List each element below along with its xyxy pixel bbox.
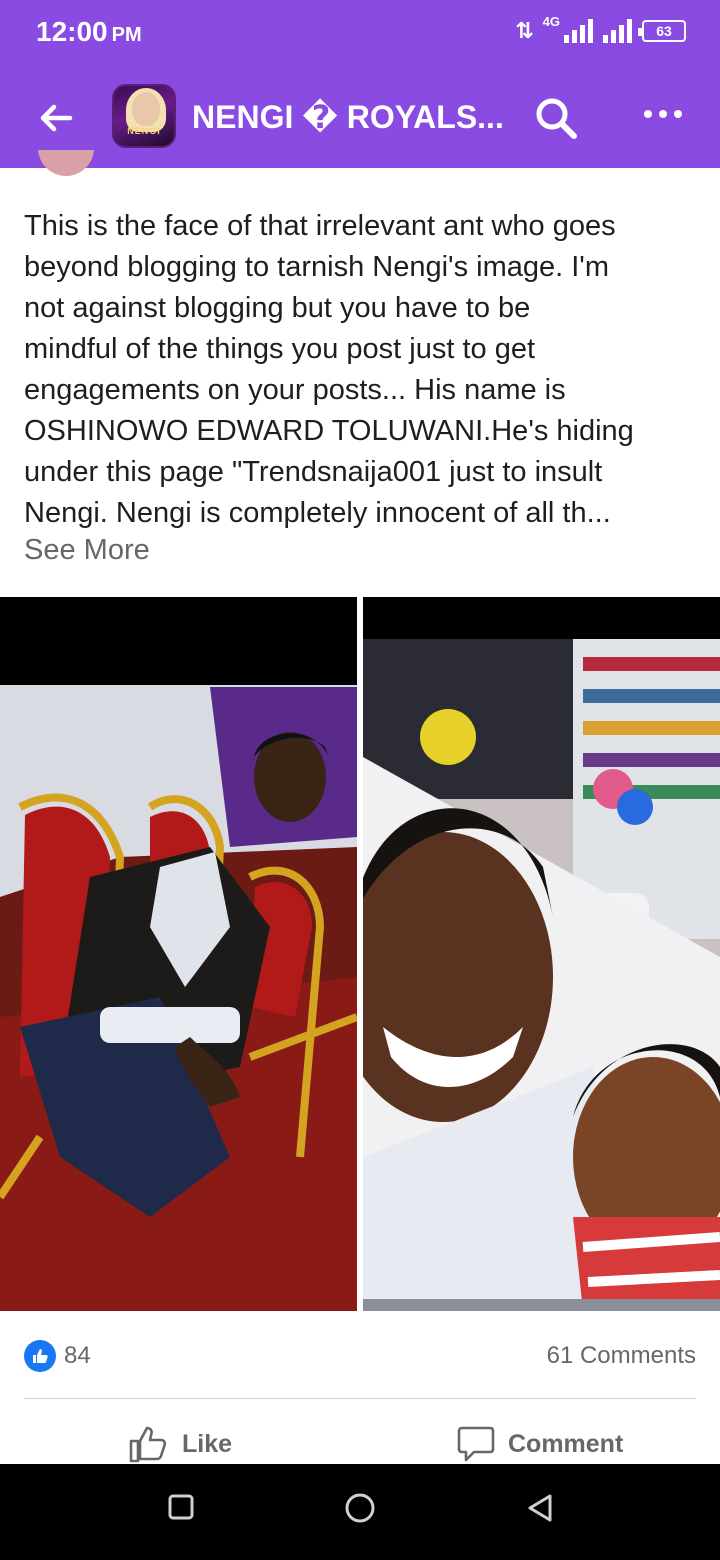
page-title[interactable]: NENGI � ROYALS... <box>192 98 504 136</box>
post-line: engagements on your posts... His name is <box>24 374 566 406</box>
comment-bubble-icon <box>457 1426 495 1462</box>
like-reaction-icon <box>24 1340 56 1372</box>
divider <box>24 1398 696 1399</box>
photo-right-image <box>363 597 720 1311</box>
post-line: beyond blogging to tarnish Nengi's image… <box>24 251 609 283</box>
clock-ampm: PM <box>111 24 142 46</box>
system-nav-bar <box>0 1464 720 1560</box>
author-avatar[interactable] <box>38 150 94 176</box>
battery-icon: 63 <box>638 20 686 42</box>
post-line: under this page "Trendsnaija001 just to … <box>24 456 603 488</box>
see-more-link[interactable]: See More <box>24 534 150 567</box>
like-label: Like <box>182 1429 233 1458</box>
signal-icon-secondary <box>603 19 632 43</box>
post-line: OSHINOWO EDWARD TOLUWANI.He's hiding <box>24 415 634 447</box>
like-button[interactable]: Like <box>128 1424 232 1464</box>
reaction-summary[interactable]: 84 <box>24 1340 91 1372</box>
comment-button[interactable]: Comment <box>456 1424 623 1464</box>
post-line: not against blogging but you have to be <box>24 292 531 324</box>
data-transfer-icon: ⇅ <box>515 18 533 43</box>
battery-level: 63 <box>656 23 672 39</box>
post-line: mindful of the things you post just to g… <box>24 333 536 365</box>
status-icons: ⇅ 4G 63 <box>515 14 686 44</box>
post-line: This is the face of that irrelevant ant … <box>24 210 616 242</box>
reaction-count: 84 <box>64 1342 91 1369</box>
photo-left-image <box>0 597 357 1311</box>
post-line: Nengi. Nengi is completely innocent of a… <box>24 497 611 529</box>
avatar-text: NENGI <box>127 126 161 136</box>
clock: 12:00 PM <box>36 16 142 48</box>
avatar-face-shape <box>132 92 160 126</box>
clock-time: 12:00 <box>36 16 108 47</box>
back-arrow-icon[interactable] <box>36 98 76 138</box>
comments-count-link[interactable]: 61 Comments <box>547 1342 696 1370</box>
status-bar: 12:00 PM ⇅ 4G 63 <box>0 0 720 66</box>
thumbs-up-icon <box>129 1426 167 1463</box>
post-body: This is the face of that irrelevant ant … <box>24 206 696 534</box>
comment-label: Comment <box>508 1429 624 1458</box>
search-icon[interactable] <box>534 96 578 140</box>
recents-square-icon[interactable] <box>168 1494 194 1520</box>
more-options-icon[interactable] <box>644 110 682 118</box>
signal-icon <box>564 19 593 43</box>
back-triangle-icon[interactable] <box>526 1493 554 1523</box>
home-circle-icon[interactable] <box>344 1492 376 1524</box>
post-photo-left[interactable] <box>0 597 357 1311</box>
group-avatar[interactable]: NENGI <box>112 84 176 148</box>
post-photo-right[interactable] <box>363 597 720 1311</box>
network-type-label: 4G <box>542 13 560 29</box>
app-bar: NENGI NENGI � ROYALS... <box>0 66 720 168</box>
